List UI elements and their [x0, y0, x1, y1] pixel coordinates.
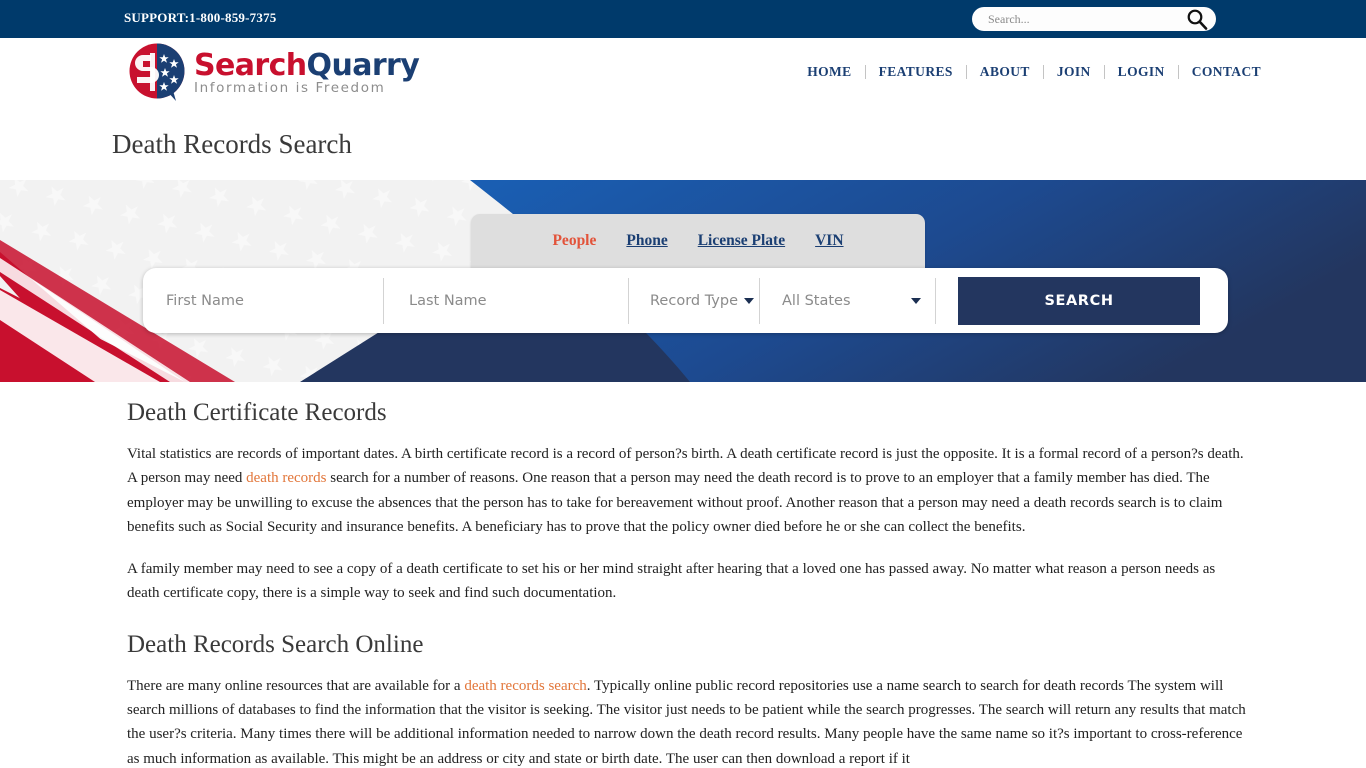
tab-license-plate[interactable]: License Plate [698, 232, 785, 250]
search-button[interactable]: SEARCH [958, 276, 1200, 325]
death-records-search-link[interactable]: death records search [464, 678, 586, 694]
logo-word-quarry: Quarry [306, 48, 420, 83]
article-paragraph-2: A family member may need to see a copy o… [127, 561, 1216, 602]
site-header: SearchQuarry Information is Freedom HOME… [0, 38, 1366, 112]
state-label: All States [782, 292, 851, 309]
logo-word-search: Search [194, 48, 307, 83]
nav-item-about[interactable]: ABOUT [967, 64, 1043, 80]
article-content: Death Certificate Records Vital statisti… [0, 398, 1366, 768]
article-heading-1: Death Certificate Records [127, 399, 387, 426]
record-type-value-wrap: Record Type [650, 293, 759, 309]
logo[interactable]: SearchQuarry Information is Freedom [126, 41, 420, 103]
top-utility-bar: SUPPORT:1-800-859-7375 [0, 0, 1366, 38]
tab-vin[interactable]: VIN [815, 232, 843, 250]
state-value-wrap: All States [782, 293, 935, 309]
logo-text: SearchQuarry Information is Freedom [194, 48, 420, 97]
chevron-down-icon [744, 297, 755, 304]
site-search-box[interactable] [972, 7, 1216, 31]
site-search-input[interactable] [986, 10, 1156, 28]
field-divider [935, 277, 936, 324]
people-search-form: Record Type All States SEARCH [143, 268, 1228, 333]
nav-item-login[interactable]: LOGIN [1105, 64, 1178, 80]
tab-phone[interactable]: Phone [626, 232, 667, 250]
record-type-label: Record Type [650, 292, 739, 309]
article-paragraph-3: There are many online resources that are… [127, 674, 1249, 768]
tab-people[interactable]: People [552, 232, 596, 250]
main-navigation: HOME FEATURES ABOUT JOIN LOGIN CONTACT [794, 64, 1274, 80]
nav-item-join[interactable]: JOIN [1044, 64, 1104, 80]
first-name-input[interactable] [164, 291, 383, 310]
nav-item-contact[interactable]: CONTACT [1179, 64, 1274, 80]
search-icon[interactable] [1186, 8, 1208, 30]
chevron-down-icon [911, 297, 921, 304]
article-paragraph-1: Vital statistics are records of importan… [127, 442, 1249, 539]
record-type-dropdown[interactable]: Record Type [629, 278, 759, 324]
support-phone: SUPPORT:1-800-859-7375 [124, 10, 277, 25]
searchquarry-logo-icon [126, 41, 188, 103]
state-dropdown[interactable]: All States [760, 278, 935, 324]
page-title: Death Records Search [112, 129, 352, 159]
logo-wordmark: SearchQuarry [194, 48, 420, 83]
last-name-input[interactable] [407, 291, 628, 310]
hero-banner: People Phone License Plate VIN Record Ty… [0, 180, 1366, 382]
p3-text-a: There are many online resources that are… [127, 677, 465, 694]
death-records-link[interactable]: death records [246, 470, 326, 486]
nav-item-home[interactable]: HOME [794, 64, 864, 80]
nav-item-features[interactable]: FEATURES [866, 64, 966, 80]
article-heading-2: Death Records Search Online [127, 630, 424, 658]
search-type-tabs: People Phone License Plate VIN [471, 214, 925, 268]
last-name-field[interactable] [384, 278, 628, 324]
first-name-field[interactable] [143, 278, 383, 324]
